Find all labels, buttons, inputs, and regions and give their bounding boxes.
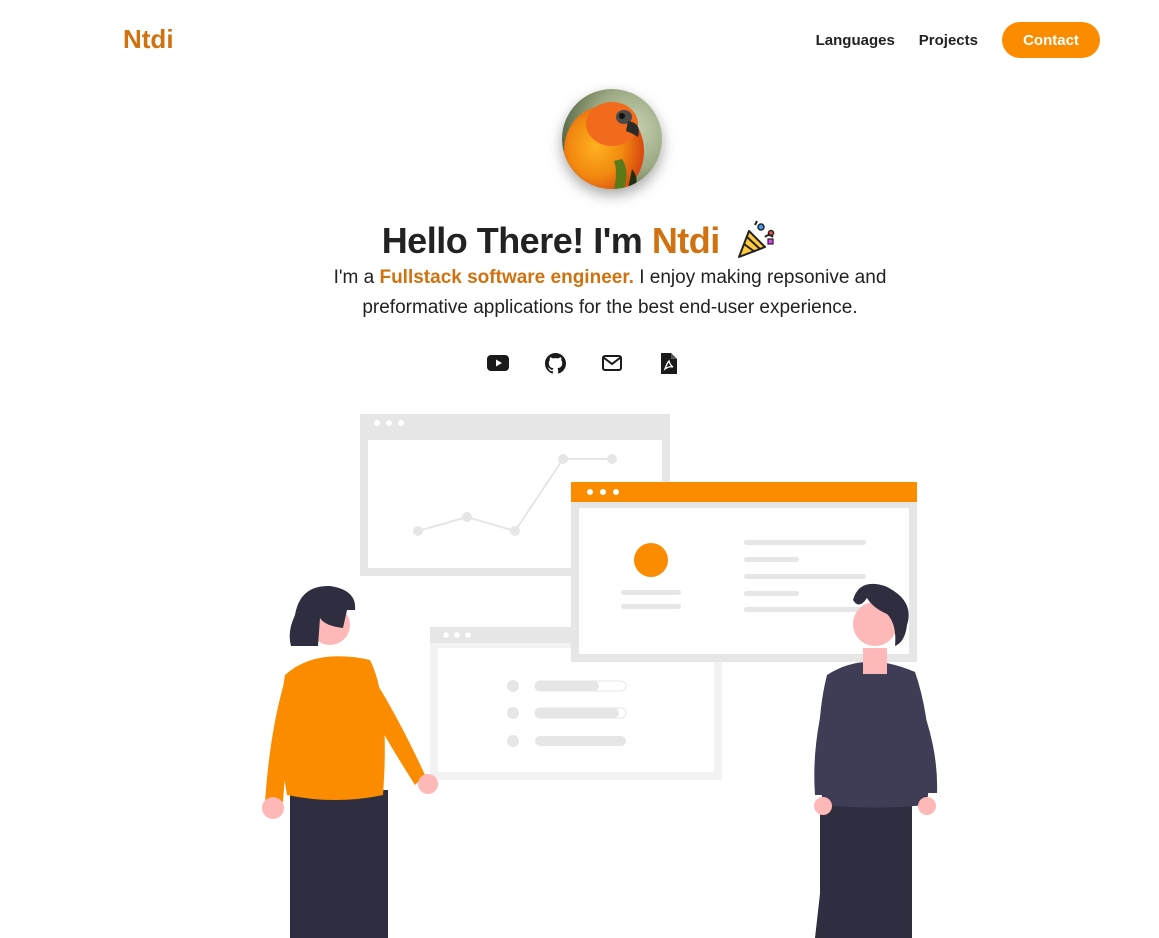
nav-projects[interactable]: Projects (919, 32, 978, 49)
top-nav: Languages Projects Contact (816, 22, 1100, 58)
youtube-icon[interactable] (487, 352, 509, 374)
parrot-avatar-image (562, 89, 662, 189)
role-text: Fullstack software engineer. (379, 267, 634, 288)
nav-languages[interactable]: Languages (816, 32, 895, 49)
pdf-icon[interactable] (658, 352, 680, 374)
brand-logo[interactable]: Ntdi (123, 24, 174, 55)
avatar (562, 89, 662, 189)
hero-name: Ntdi (651, 220, 720, 262)
hero-title: Hello There! I'm Ntdi (0, 219, 1159, 268)
mail-icon[interactable] (601, 352, 623, 374)
social-links (0, 352, 1159, 374)
woman-figure (262, 585, 438, 938)
hero-illustration (255, 410, 945, 938)
party-popper-icon (735, 219, 777, 268)
contact-button[interactable]: Contact (1002, 22, 1100, 58)
github-icon[interactable] (544, 352, 566, 374)
team-dashboard-illustration (262, 414, 938, 938)
greeting-text: Hello There! I'm (381, 220, 652, 262)
intro-prefix: I'm a (333, 267, 380, 288)
hero-description: I'm a Fullstack software engineer. I enj… (320, 263, 900, 323)
